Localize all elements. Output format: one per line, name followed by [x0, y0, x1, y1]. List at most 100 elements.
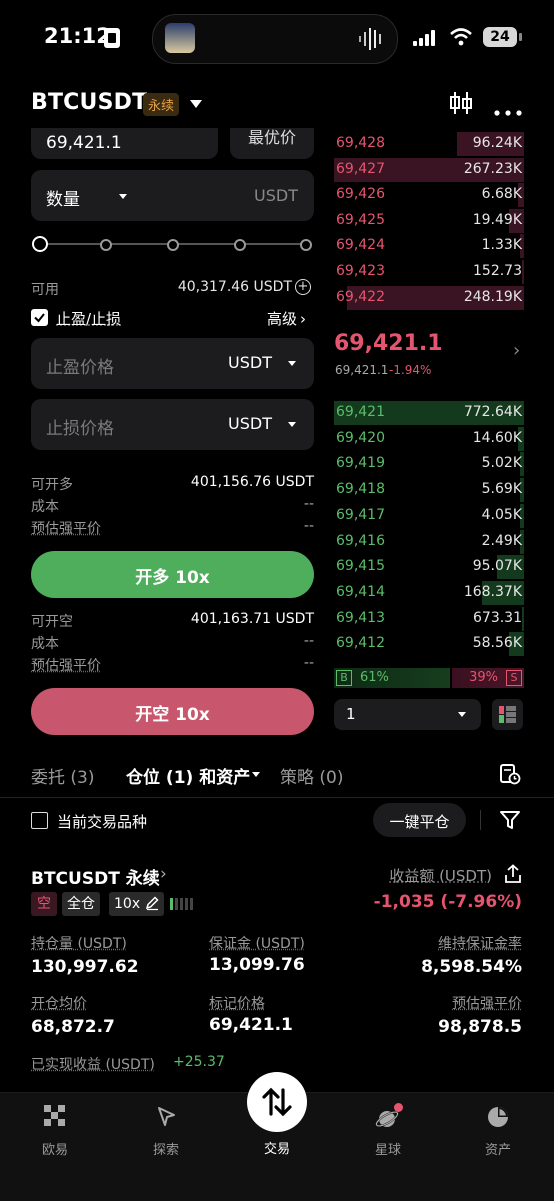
close-all-button[interactable]: 一键平仓: [373, 803, 466, 837]
tab-positions[interactable]: 仓位 (1) 和资产: [126, 763, 250, 788]
long-can-open-value: 401,156.76 USDT: [190, 474, 314, 490]
signal-icon: [413, 30, 439, 46]
stop-loss-placeholder: 止损价格: [46, 419, 114, 439]
tpsl-checkbox[interactable]: [31, 309, 48, 326]
short-liq-value: --: [303, 655, 314, 671]
price-change: -1.94%: [389, 363, 432, 377]
position-symbol-chevron-icon[interactable]: ›: [160, 864, 167, 884]
tab-orders[interactable]: 委托 (3): [31, 763, 94, 788]
advanced-link[interactable]: 高级: [267, 308, 297, 329]
depth-layout-icon[interactable]: [492, 699, 523, 730]
symbol-title[interactable]: BTCUSDT: [31, 90, 147, 115]
bid-quantity: 673.31: [473, 609, 522, 626]
transfer-plus-icon[interactable]: +: [295, 279, 311, 295]
candlestick-chart-icon[interactable]: [448, 90, 474, 120]
bid-row[interactable]: 69,418 5.69K: [334, 478, 524, 503]
edit-pencil-icon[interactable]: [144, 895, 160, 919]
slider-step-75[interactable]: [234, 239, 246, 251]
share-icon[interactable]: [503, 864, 523, 888]
tab-positions-dropdown-icon[interactable]: [252, 772, 260, 777]
pnl-value: -1,035 (-7.96%): [373, 892, 522, 912]
ask-row[interactable]: 69,424 1.33K: [334, 234, 524, 259]
ask-price: 69,423: [336, 263, 385, 279]
buy-ratio-label: B: [336, 670, 352, 686]
compass-icon: [154, 1105, 178, 1129]
bid-row[interactable]: 69,421 772.64K: [334, 401, 524, 425]
nav-assets[interactable]: 资产: [463, 1105, 533, 1158]
planet-icon: [375, 1103, 403, 1131]
open-long-button[interactable]: 开多 10x: [31, 551, 314, 598]
bid-price: 69,418: [336, 481, 385, 498]
quantity-label: 数量: [46, 190, 80, 210]
slider-step-25[interactable]: [100, 239, 112, 251]
order-history-icon[interactable]: [499, 763, 521, 789]
bid-depth-bar: [522, 606, 524, 631]
bid-row[interactable]: 69,415 95.07K: [334, 555, 524, 580]
bid-row[interactable]: 69,420 14.60K: [334, 426, 524, 451]
advanced-chevron-icon[interactable]: ›: [300, 310, 306, 328]
bid-row[interactable]: 69,412 58.56K: [334, 632, 524, 657]
bid-price: 69,415: [336, 558, 385, 575]
nav-trade[interactable]: [247, 1072, 307, 1132]
symbol-dropdown-icon[interactable]: [190, 100, 202, 108]
bid-quantity: 2.49K: [481, 532, 522, 549]
price-type-selector[interactable]: 最优价: [230, 128, 314, 159]
bid-row[interactable]: 69,414 168.37K: [334, 580, 524, 605]
take-profit-unit[interactable]: USDT: [228, 353, 272, 372]
take-profit-unit-dropdown-icon[interactable]: [288, 361, 296, 366]
bid-row[interactable]: 69,419 5.02K: [334, 452, 524, 477]
ask-row[interactable]: 69,426 6.68K: [334, 183, 524, 208]
bid-price: 69,417: [336, 506, 385, 523]
ask-row[interactable]: 69,423 152.73: [334, 260, 524, 284]
margin-label: 保证金 (USDT): [209, 936, 305, 952]
leverage-badge[interactable]: 10x: [109, 892, 165, 919]
tab-strategy[interactable]: 策略 (0): [280, 763, 343, 788]
open-long-label: 开多 10x: [135, 568, 210, 588]
bid-price: 69,419: [336, 455, 385, 472]
position-symbol[interactable]: BTCUSDT 永续: [31, 864, 160, 889]
quantity-input[interactable]: 数量 USDT: [31, 170, 314, 221]
last-price[interactable]: 69,421.1: [334, 331, 443, 356]
bid-row[interactable]: 69,416 2.49K: [334, 529, 524, 554]
ask-row[interactable]: 69,428 96.24K: [334, 132, 524, 156]
ask-quantity: 96.24K: [472, 135, 522, 151]
more-options-icon[interactable]: [494, 101, 522, 120]
long-liq-label: 预估强平价: [31, 521, 101, 537]
dynamic-island[interactable]: [152, 14, 398, 64]
ask-row[interactable]: 69,422 248.19K: [334, 285, 524, 310]
entry-label: 开仓均价: [31, 996, 87, 1012]
ask-row[interactable]: 69,425 19.49K: [334, 208, 524, 233]
stop-loss-unit[interactable]: USDT: [228, 414, 272, 433]
price-input[interactable]: 69,421.1: [31, 128, 218, 159]
current-pair-label[interactable]: 当前交易品种: [57, 811, 147, 832]
sell-ratio-label: S: [506, 670, 522, 686]
mark-value: 69,421.1: [209, 1015, 293, 1035]
buy-sell-ratio-bar: B 61% 39% S: [334, 668, 524, 688]
ask-quantity: 19.49K: [472, 211, 522, 228]
open-short-button[interactable]: 开空 10x: [31, 688, 314, 735]
bid-row[interactable]: 69,413 673.31: [334, 606, 524, 631]
ask-row[interactable]: 69,427 267.23K: [334, 157, 524, 182]
quantity-dropdown-icon[interactable]: [119, 194, 127, 199]
take-profit-input[interactable]: 止盈价格 USDT: [31, 338, 314, 389]
bid-row[interactable]: 69,417 4.05K: [334, 503, 524, 528]
filter-funnel-icon[interactable]: [499, 809, 521, 835]
precision-selector[interactable]: 1: [334, 699, 481, 730]
margin-mode-badge: 全仓: [62, 892, 100, 916]
tpsl-label[interactable]: 止盈/止损: [56, 308, 121, 329]
nav-home[interactable]: 欧易: [20, 1105, 90, 1158]
last-price-chevron-icon[interactable]: ›: [513, 340, 520, 361]
quantity-unit: USDT: [254, 186, 298, 205]
nav-assets-label: 资产: [484, 1143, 511, 1158]
nav-discover[interactable]: 探索: [131, 1105, 201, 1158]
stop-loss-unit-dropdown-icon[interactable]: [288, 422, 296, 427]
slider-step-100[interactable]: [300, 239, 312, 251]
wifi-icon: [449, 27, 473, 51]
ask-quantity: 1.33K: [481, 237, 522, 254]
mmr-label: 维持保证金率: [438, 936, 522, 952]
stop-loss-input[interactable]: 止损价格 USDT: [31, 399, 314, 450]
nav-planet[interactable]: 星球: [353, 1103, 423, 1158]
quantity-slider-handle[interactable]: [32, 236, 48, 252]
slider-step-50[interactable]: [167, 239, 179, 251]
current-pair-checkbox[interactable]: [31, 812, 48, 829]
